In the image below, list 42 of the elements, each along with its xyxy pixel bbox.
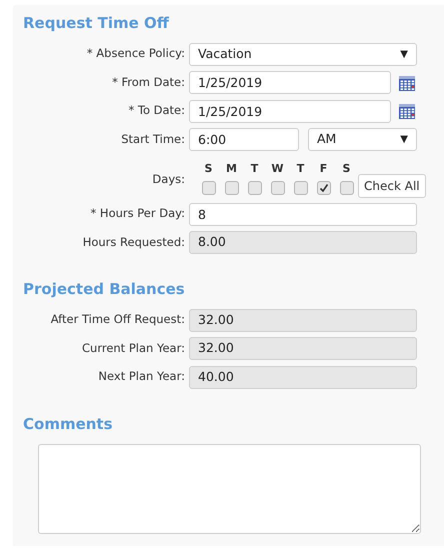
section-heading: Projected Balances <box>22 279 186 300</box>
comments-field[interactable] <box>38 444 421 534</box>
section-heading: Comments <box>22 414 114 434</box>
field-label: * Hours Per Day: <box>90 205 186 222</box>
field-label: After Time Off Request: <box>50 311 186 328</box>
hours-field[interactable]: 8 <box>189 202 417 226</box>
time-field[interactable]: 6:00 <box>189 128 299 151</box>
period-select[interactable]: AM ▼ <box>308 128 417 151</box>
field-label: * To Date: <box>127 102 186 120</box>
calendar-icon[interactable] <box>398 102 416 120</box>
readonly-field: 8.00 <box>189 231 417 254</box>
field-label: * From Date: <box>111 74 186 91</box>
field-label: Start Time: <box>120 130 186 148</box>
section-heading: Request Time Off <box>22 13 170 34</box>
field-label: Next Plan Year: <box>97 368 186 386</box>
day-checkbox[interactable] <box>248 180 262 194</box>
field-label: * Absence Policy: <box>86 45 186 62</box>
readonly-field: 32.00 <box>189 337 417 360</box>
day-letter: W <box>271 162 284 176</box>
check-icon <box>318 182 328 192</box>
field-label: Current Plan Year: <box>81 340 186 357</box>
day-letter: T <box>250 162 258 176</box>
day-checkbox[interactable] <box>316 180 330 194</box>
day-checkbox[interactable] <box>340 180 354 194</box>
calendar-icon[interactable] <box>398 74 416 92</box>
day-checkbox[interactable] <box>294 180 308 194</box>
select-field[interactable]: Vacation ▼ <box>189 42 417 66</box>
day-letter: T <box>296 162 304 176</box>
field-label: Days: <box>151 170 186 188</box>
day-checkbox[interactable] <box>202 180 216 194</box>
date-field[interactable]: 1/25/2019 <box>189 71 391 94</box>
day-letter: S <box>342 162 350 176</box>
field-label: Hours Requested: <box>82 234 186 251</box>
day-letter: M <box>226 162 237 176</box>
readonly-field: 40.00 <box>189 366 417 388</box>
day-letter: F <box>320 162 328 176</box>
day-checkbox[interactable] <box>224 180 238 194</box>
day-letter: S <box>204 162 212 176</box>
date-field[interactable]: 1/25/2019 <box>189 100 391 122</box>
check-all-button[interactable]: Check All <box>358 174 426 198</box>
day-checkbox[interactable] <box>270 180 284 194</box>
readonly-field: 32.00 <box>189 308 417 332</box>
